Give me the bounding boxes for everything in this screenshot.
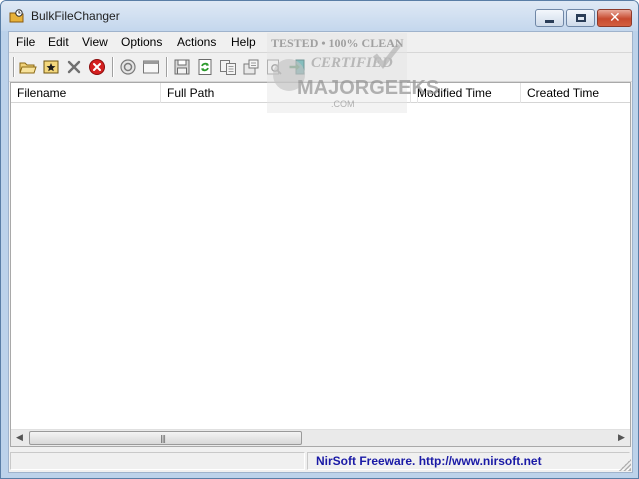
delete-button[interactable]	[65, 58, 83, 76]
maximize-button[interactable]	[566, 9, 595, 27]
horizontal-scrollbar[interactable]: ◀ ||| ▶	[11, 429, 630, 446]
menu-view[interactable]: View	[82, 35, 108, 49]
toolbar-separator	[112, 57, 114, 77]
change-properties-button[interactable]	[242, 58, 260, 76]
bulkfilechanger-icon	[9, 8, 25, 24]
menu-edit[interactable]: Edit	[48, 35, 69, 49]
application-window: BulkFileChanger ✕ File Edit View Options…	[0, 0, 639, 479]
find-icon	[267, 59, 282, 75]
clear-button[interactable]	[88, 58, 106, 76]
properties-icon	[120, 59, 136, 75]
refresh-icon	[198, 59, 212, 75]
column-modified-time[interactable]: Modified Time	[411, 83, 521, 103]
title-bar[interactable]: BulkFileChanger ✕	[1, 1, 638, 31]
minimize-icon	[545, 20, 554, 23]
grip-icon: |||	[160, 434, 166, 443]
clear-red-circle-icon	[89, 59, 105, 75]
client-area: File Edit View Options Actions Help File…	[8, 31, 633, 473]
exit-icon	[289, 59, 305, 75]
close-button[interactable]: ✕	[597, 9, 632, 27]
status-pane-link: NirSoft Freeware. http://www.nirsoft.net	[307, 452, 630, 470]
scrollbar-thumb[interactable]: |||	[29, 431, 302, 445]
change-properties-icon	[243, 59, 259, 75]
save-icon	[174, 59, 190, 75]
window-icon	[143, 60, 159, 74]
add-files-star-icon	[43, 60, 59, 74]
menu-file[interactable]: File	[16, 35, 35, 49]
exit-button[interactable]	[288, 58, 306, 76]
delete-x-icon	[67, 60, 81, 74]
window-title: BulkFileChanger	[31, 9, 120, 23]
size-grip-icon[interactable]	[619, 459, 631, 471]
properties-button[interactable]	[119, 58, 137, 76]
toolbar	[9, 52, 632, 82]
window-button[interactable]	[142, 58, 160, 76]
minimize-button[interactable]	[535, 9, 564, 27]
menu-help[interactable]: Help	[231, 35, 256, 49]
copy-button[interactable]	[219, 58, 237, 76]
open-folder-icon	[19, 62, 37, 74]
open-folder-button[interactable]	[19, 58, 37, 76]
scroll-left-icon[interactable]: ◀	[11, 430, 28, 446]
close-icon: ✕	[609, 10, 621, 26]
menu-actions[interactable]: Actions	[177, 35, 216, 49]
save-button[interactable]	[173, 58, 191, 76]
column-created-time[interactable]: Created Time	[521, 83, 631, 103]
status-pane-left	[10, 452, 305, 470]
scroll-right-icon[interactable]: ▶	[613, 430, 630, 446]
column-full-path[interactable]: Full Path	[161, 83, 411, 103]
status-bar: NirSoft Freeware. http://www.nirsoft.net	[9, 450, 632, 472]
toolbar-separator	[13, 57, 15, 77]
file-list[interactable]: Filename Full Path Modified Time Created…	[10, 82, 631, 447]
find-button[interactable]	[265, 58, 283, 76]
toolbar-separator	[166, 57, 168, 77]
column-filename[interactable]: Filename	[11, 83, 161, 103]
refresh-button[interactable]	[196, 58, 214, 76]
menu-bar: File Edit View Options Actions Help	[9, 32, 632, 52]
copy-icon	[220, 60, 236, 75]
maximize-icon	[576, 14, 586, 22]
nirsoft-link[interactable]: NirSoft Freeware. http://www.nirsoft.net	[316, 454, 542, 468]
list-header: Filename Full Path Modified Time Created…	[11, 83, 630, 103]
menu-options[interactable]: Options	[121, 35, 162, 49]
add-files-button[interactable]	[42, 58, 60, 76]
